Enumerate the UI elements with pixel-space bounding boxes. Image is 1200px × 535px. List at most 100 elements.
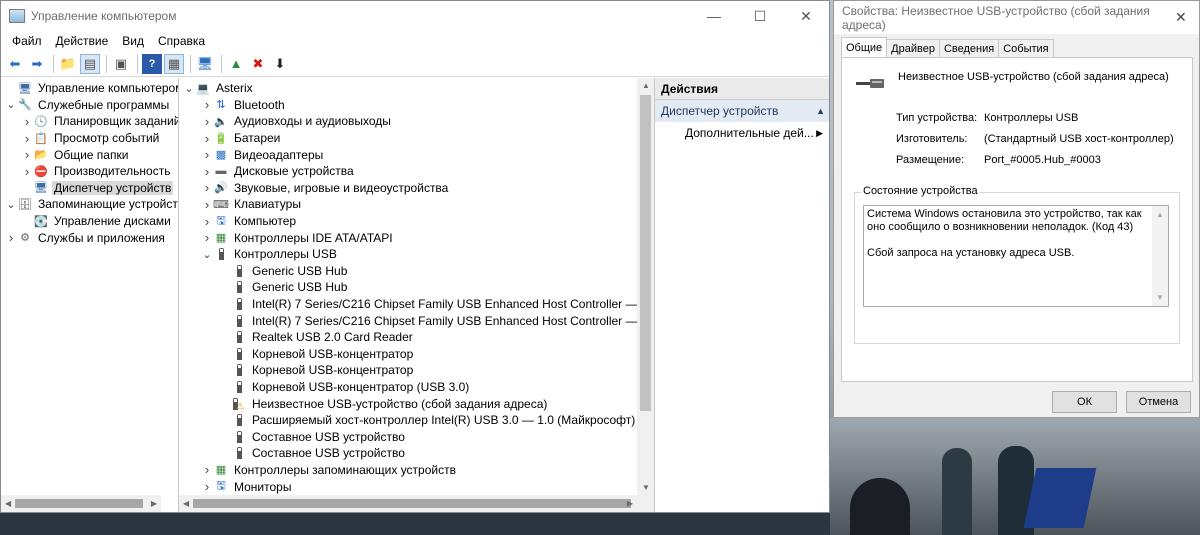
chevron-right-icon[interactable]: › [201, 164, 213, 179]
menu-file[interactable]: Файл [5, 34, 49, 48]
chevron-right-icon[interactable]: › [21, 131, 33, 146]
menu-view[interactable]: Вид [115, 34, 151, 48]
console-tree-item[interactable]: ⌄ 🗄 Запоминающие устройст [1, 196, 178, 213]
scroll-up-icon[interactable]: ▲ [1156, 208, 1164, 221]
scan-hardware-icon[interactable]: 🖥 [195, 54, 215, 74]
horizontal-scrollbar[interactable]: ◀ ▶ [1, 495, 161, 512]
scrollbar-thumb[interactable] [15, 499, 143, 508]
cancel-button[interactable]: Отмена [1126, 391, 1191, 413]
console-tree-item[interactable]: 🖥 Управление компьютером (л [1, 80, 178, 97]
back-icon[interactable]: ⬅ [5, 54, 25, 74]
chevron-right-icon[interactable]: › [201, 462, 213, 477]
scroll-right-icon[interactable]: ▶ [627, 499, 633, 508]
chevron-right-icon[interactable]: › [201, 131, 213, 146]
chevron-right-icon[interactable]: › [201, 214, 213, 229]
disable-icon[interactable]: ⬇ [270, 54, 290, 74]
tab-general[interactable]: Общие [841, 37, 888, 57]
device-status-textbox[interactable]: Система Windows остановила это устройств… [863, 205, 1169, 307]
device-tree-item[interactable]: Расширяемый хост-контроллер Intel(R) USB… [179, 412, 654, 429]
device-tree-item[interactable]: › 🔊 Звуковые, игровые и видеоустройства [179, 180, 654, 197]
tab-details[interactable]: Сведения [938, 39, 1000, 57]
menu-action[interactable]: Действие [49, 34, 116, 48]
device-tree-item[interactable]: › 🖫 Мониторы [179, 478, 654, 495]
chevron-down-icon[interactable]: ⌄ [5, 198, 17, 211]
device-tree-item[interactable]: ⚠ Неизвестное USB-устройство (сбой задани… [179, 395, 654, 412]
chevron-right-icon[interactable]: › [201, 230, 213, 245]
tab-driver[interactable]: Драйвер [886, 39, 940, 57]
chevron-right-icon[interactable]: › [21, 114, 33, 129]
chevron-right-icon[interactable]: › [201, 479, 213, 494]
chevron-down-icon[interactable]: ⌄ [5, 98, 17, 111]
help-icon[interactable]: ? [142, 53, 162, 74]
actions-more-actions[interactable]: Дополнительные дей... ▶ [655, 122, 829, 144]
chevron-right-icon[interactable]: › [201, 97, 213, 112]
device-tree-item[interactable]: › ▬ Дисковые устройства [179, 163, 654, 180]
close-button[interactable]: ✕ [783, 1, 829, 31]
chevron-right-icon[interactable]: › [21, 147, 33, 162]
actions-group-device-manager[interactable]: Диспетчер устройств ▲ [655, 100, 829, 122]
device-tree-item[interactable]: Intel(R) 7 Series/C216 Chipset Family US… [179, 312, 654, 329]
status-scrollbar[interactable]: ▲ ▼ [1152, 206, 1168, 306]
vertical-scrollbar[interactable]: ▲ ▼ [637, 78, 654, 495]
device-tree-item[interactable]: › ⇅ Bluetooth [179, 97, 654, 114]
device-tree-item[interactable]: Корневой USB-концентратор [179, 362, 654, 379]
chevron-right-icon[interactable]: › [21, 164, 33, 179]
scroll-down-icon[interactable]: ▼ [642, 483, 650, 492]
chevron-down-icon[interactable]: ⌄ [201, 248, 213, 261]
scroll-left-icon[interactable]: ◀ [183, 499, 189, 508]
device-tree-item[interactable]: › ▩ Видеоадаптеры [179, 146, 654, 163]
chevron-right-icon[interactable]: › [201, 180, 213, 195]
device-tree-item[interactable]: Корневой USB-концентратор (USB 3.0) [179, 379, 654, 396]
chevron-right-icon[interactable]: › [201, 114, 213, 129]
console-tree-item[interactable]: › ⛔ Производительность [1, 163, 178, 180]
ok-button[interactable]: ОК [1052, 391, 1117, 413]
console-tree-item[interactable]: › 📂 Общие папки [1, 146, 178, 163]
chevron-right-icon[interactable]: › [201, 197, 213, 212]
console-tree-item[interactable]: › 📋 Просмотр событий [1, 130, 178, 147]
chevron-right-icon[interactable]: › [5, 230, 17, 245]
scroll-up-icon[interactable]: ▲ [642, 81, 650, 90]
collapse-up-icon[interactable]: ▲ [816, 106, 825, 116]
chevron-right-icon[interactable]: › [201, 147, 213, 162]
device-tree-item[interactable]: Составное USB устройство [179, 445, 654, 462]
device-tree-item[interactable]: › ⌨ Клавиатуры [179, 196, 654, 213]
minimize-button[interactable]: — [691, 1, 737, 31]
device-tree-item[interactable]: ⌄ Контроллеры USB [179, 246, 654, 263]
horizontal-scrollbar[interactable]: ◀ ▶ [179, 495, 637, 512]
device-tree-item[interactable]: › ▦ Контроллеры запоминающих устройств [179, 462, 654, 479]
menu-help[interactable]: Справка [151, 34, 212, 48]
device-tree-item[interactable]: Корневой USB-концентратор [179, 346, 654, 363]
close-icon[interactable]: ✕ [1163, 9, 1199, 26]
scrollbar-thumb[interactable] [640, 95, 651, 411]
show-hide-tree-icon[interactable]: ▤ [80, 53, 100, 74]
console-tree-item[interactable]: ⌄ 🔧 Служебные программы [1, 97, 178, 114]
maximize-button[interactable]: ☐ [737, 1, 783, 31]
chevron-down-icon[interactable]: ⌄ [183, 82, 195, 95]
device-tree-item[interactable]: ⌄ 💻 Asterix [179, 80, 654, 97]
console-tree-item[interactable]: › ⚙ Службы и приложения [1, 229, 178, 246]
device-tree-item[interactable]: Realtek USB 2.0 Card Reader [179, 329, 654, 346]
device-tree-item[interactable]: Generic USB Hub [179, 279, 654, 296]
uninstall-icon[interactable]: ✖ [248, 54, 268, 74]
console-tree-item[interactable]: › 🕓 Планировщик заданий [1, 113, 178, 130]
up-folder-icon[interactable]: 📁 [58, 54, 78, 74]
scroll-down-icon[interactable]: ▼ [1156, 291, 1164, 304]
device-tree-item[interactable]: Intel(R) 7 Series/C216 Chipset Family US… [179, 296, 654, 313]
properties-icon[interactable]: ▣ [111, 54, 131, 74]
device-tree-item[interactable]: Составное USB устройство [179, 428, 654, 445]
console-tree-item[interactable]: 🖥 Диспетчер устройств [1, 180, 178, 197]
device-tree-item[interactable]: › 🔋 Батареи [179, 130, 654, 147]
scroll-right-icon[interactable]: ▶ [151, 499, 157, 508]
action-pane-icon[interactable]: ▦ [164, 53, 184, 74]
scrollbar-thumb[interactable] [193, 499, 631, 508]
device-tree-item[interactable]: › 🔈 Аудиовходы и аудиовыходы [179, 113, 654, 130]
scroll-left-icon[interactable]: ◀ [5, 499, 11, 508]
device-tree-item[interactable]: › 🖫 Компьютер [179, 213, 654, 230]
forward-icon[interactable]: ➡ [27, 54, 47, 74]
update-driver-icon[interactable]: ▲ [226, 54, 246, 74]
device-tree-label: Составное USB устройство [252, 429, 405, 444]
console-tree-item[interactable]: 💽 Управление дисками [1, 213, 178, 230]
device-tree-item[interactable]: Generic USB Hub [179, 263, 654, 280]
tab-events[interactable]: События [998, 39, 1054, 57]
device-tree-item[interactable]: › ▦ Контроллеры IDE ATA/ATAPI [179, 229, 654, 246]
